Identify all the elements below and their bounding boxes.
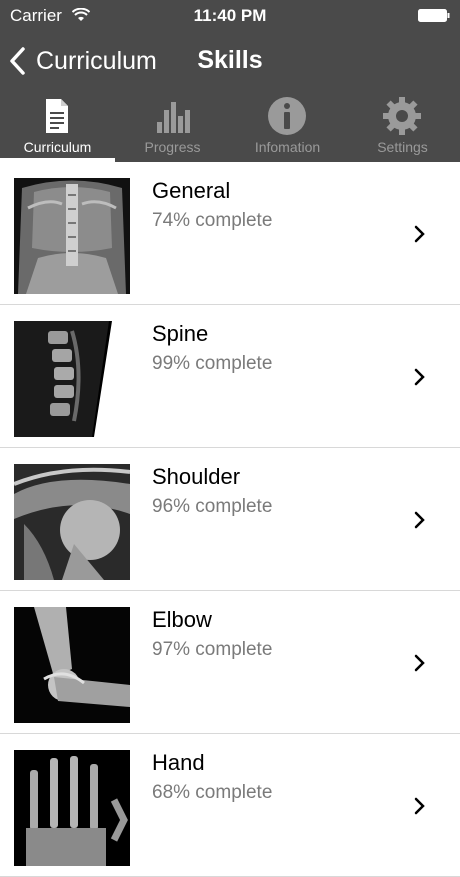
skill-progress: 97% complete [152,639,273,660]
tab-information[interactable]: Infomation [230,90,345,162]
page-title-text: Skills [197,46,263,74]
chevron-right-icon [414,654,425,672]
tab-progress[interactable]: Progress [115,90,230,162]
chevron-right-icon [414,368,425,386]
tab-settings[interactable]: Settings [345,90,460,162]
list-item-hand[interactable]: Hand 68% complete [0,734,460,877]
shoulder-xray-image [14,464,130,580]
tab-progress-label: Progress [144,139,201,155]
tab-curriculum[interactable]: Curriculum [0,90,115,162]
battery-icon [418,9,450,22]
skill-progress: 68% complete [152,782,273,803]
info-icon [268,97,306,135]
tab-bar: Curriculum Progress Infomation Settings [0,90,460,162]
skill-title: General [152,178,231,203]
skill-title: Hand [152,750,205,775]
navigation-bar: Curriculum Skills [0,32,460,90]
list-item-shoulder[interactable]: Shoulder 96% complete [0,448,460,591]
status-bar: Carrier 11:40 PM [0,0,460,32]
tab-curriculum-label: Curriculum [23,139,92,155]
chevron-right-icon [414,511,425,529]
skill-title: Shoulder [152,464,241,489]
skill-progress: 74% complete [152,210,273,231]
list-item-general[interactable]: General 74% complete [0,162,460,305]
bar-chart-icon [157,102,190,133]
skills-list: General 74% complete Spine 99% complete [0,162,460,877]
skill-progress: 99% complete [152,353,273,374]
document-icon [46,99,68,133]
abdomen-xray-image [14,178,130,294]
hand-xray-image [14,750,130,866]
tab-settings-label: Settings [377,139,428,155]
skill-progress: 96% complete [152,496,273,517]
page-title: Skills [0,46,460,75]
skill-title: Spine [152,321,209,346]
gear-icon [383,97,421,135]
skill-title: Elbow [152,607,212,632]
status-time: 11:40 PM [193,6,267,25]
spine-xray-image [14,321,130,437]
list-item-spine[interactable]: Spine 99% complete [0,305,460,448]
tab-information-label: Infomation [254,139,321,155]
list-item-elbow[interactable]: Elbow 97% complete [0,591,460,734]
elbow-xray-image [14,607,130,723]
chevron-right-icon [414,225,425,243]
chevron-right-icon [414,797,425,815]
